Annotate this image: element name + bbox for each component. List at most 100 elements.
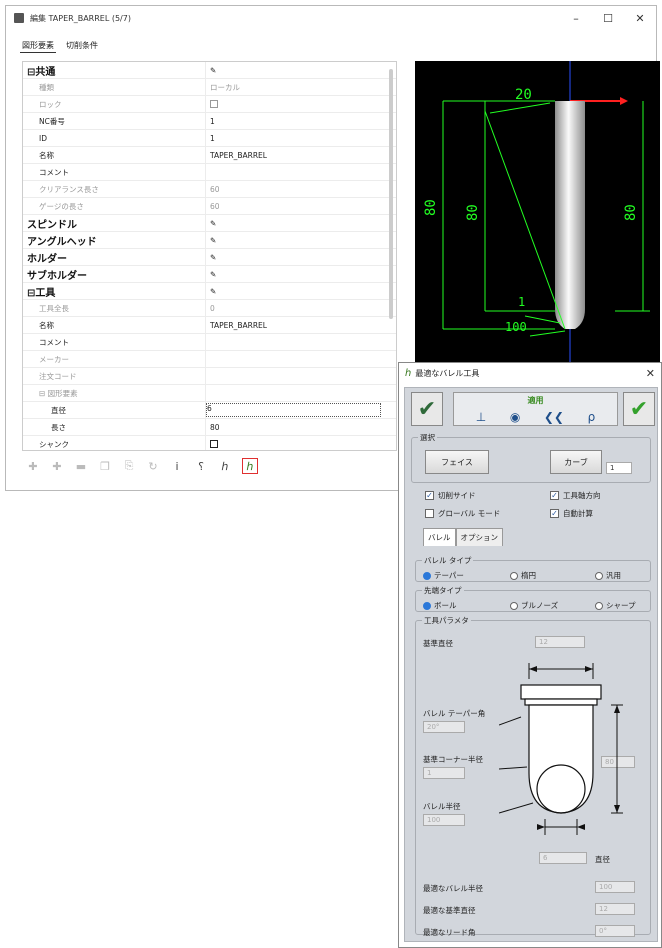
curve-count: 1	[606, 462, 632, 474]
add-icon[interactable]: ✚	[26, 459, 40, 473]
grid-row[interactable]: スピンドル ✎	[23, 215, 396, 232]
grid-value[interactable]: 80	[205, 419, 396, 435]
grid-key: 直径	[23, 402, 206, 418]
grid-row[interactable]: アングルヘッド ✎	[23, 232, 396, 249]
grid-scrollbar[interactable]	[389, 69, 393, 319]
grid-value[interactable]: TAPER_BARREL	[205, 317, 396, 333]
barrel-general-radio[interactable]: 汎用	[595, 570, 621, 581]
dialog-close-button[interactable]: ✕	[646, 367, 655, 380]
tab-cutting-conditions[interactable]: 切削条件	[64, 39, 100, 53]
grid-value[interactable]: ローカル	[205, 79, 396, 95]
grid-row[interactable]: 長さ 80	[23, 419, 396, 436]
grid-row[interactable]: NC番号 1	[23, 113, 396, 130]
maximize-button[interactable]: ☐	[592, 6, 624, 30]
grid-value[interactable]: ✎	[205, 232, 396, 248]
optimal-barrel-dialog: ℎ 最適なバレル工具 ✕ ✔ 適用 ⊥ ◉ ❮❮ ρ ✔ 選択 フェイス カーブ…	[398, 362, 662, 948]
barrel-taper-field[interactable]: 20°	[423, 721, 465, 733]
base-corner-field[interactable]: 1	[423, 767, 465, 779]
grid-value[interactable]: 60	[205, 181, 396, 197]
grid-value[interactable]	[205, 96, 396, 112]
grid-value[interactable]: 1	[205, 113, 396, 129]
grid-value[interactable]	[205, 164, 396, 180]
base-dia-field[interactable]: 12	[535, 636, 585, 648]
tool-icon[interactable]: ⊥	[476, 410, 486, 424]
grid-value[interactable]: ✎	[205, 215, 396, 231]
grid-row[interactable]: コメント	[23, 334, 396, 351]
copy-icon[interactable]: ❐	[98, 459, 112, 473]
grid-row[interactable]: メーカー	[23, 351, 396, 368]
checkbox-icon[interactable]	[210, 100, 218, 108]
barrel-taper-radio[interactable]: テーパー	[423, 570, 464, 581]
help-icon[interactable]: ρ	[588, 410, 596, 424]
curve-button[interactable]: カーブ	[550, 450, 602, 474]
general-label: 汎用	[606, 571, 621, 580]
grid-value[interactable]	[205, 385, 396, 401]
barrel-tool-icon[interactable]: ℎ	[218, 459, 232, 473]
tool-param-label: 工具パラメタ	[422, 615, 471, 626]
tab-option[interactable]: オプション	[455, 528, 503, 546]
grid-row[interactable]: 直径 6	[23, 402, 396, 419]
barrel-radius-field[interactable]: 100	[423, 814, 465, 826]
tool-wizard-icon[interactable]: ⸮	[194, 459, 208, 473]
ok-button[interactable]: ✔	[623, 392, 655, 426]
grid-value[interactable]	[205, 351, 396, 367]
taper-label: テーパー	[434, 571, 464, 580]
selected-value[interactable]: 6	[206, 403, 381, 417]
grid-value[interactable]: TAPER_BARREL	[205, 147, 396, 163]
grid-row[interactable]: ホルダー ✎	[23, 249, 396, 266]
grid-row[interactable]: ⊟工具 ✎	[23, 283, 396, 300]
optimal-barrel-icon[interactable]: ℎ	[242, 458, 258, 474]
grid-row[interactable]: 工具全長 0	[23, 300, 396, 317]
info-icon[interactable]: ⅰ	[170, 459, 184, 473]
tip-sharp-radio[interactable]: シャープ	[595, 600, 636, 611]
face-button[interactable]: フェイス	[425, 450, 489, 474]
grid-value[interactable]: ✎	[205, 62, 396, 78]
tab-geometry[interactable]: 図形要素	[20, 39, 56, 53]
grid-row[interactable]: 名称 TAPER_BARREL	[23, 317, 396, 334]
refresh-icon[interactable]: ↻	[146, 459, 160, 473]
tab-barrel[interactable]: バレル	[423, 528, 456, 546]
grid-row[interactable]: ⊟共通 ✎	[23, 62, 396, 79]
select-group-label: 選択	[418, 432, 437, 443]
apply-wizard-button[interactable]: ✔	[411, 392, 443, 426]
minimize-button[interactable]: –	[560, 6, 592, 30]
grid-row[interactable]: シャンク	[23, 436, 396, 450]
grid-row[interactable]: ID 1	[23, 130, 396, 147]
grid-value[interactable]: 1	[205, 130, 396, 146]
checkbox-icon[interactable]	[210, 440, 218, 448]
grid-value[interactable]: ✎	[205, 249, 396, 265]
grid-value[interactable]: 60	[205, 198, 396, 214]
grid-row[interactable]: クリアランス長さ 60	[23, 181, 396, 198]
grid-row[interactable]: 注文コード	[23, 368, 396, 385]
tip-ball-radio[interactable]: ボール	[423, 600, 457, 611]
add-sub-icon[interactable]: ✚	[50, 459, 64, 473]
cut-side-checkbox[interactable]: ✓ 切削サイド	[425, 490, 476, 501]
grid-value[interactable]	[205, 436, 396, 450]
close-button[interactable]: ✕	[624, 6, 656, 30]
grid-value[interactable]	[205, 368, 396, 384]
grid-row[interactable]: コメント	[23, 164, 396, 181]
tool-dir-checkbox[interactable]: ✓ 工具軸方向	[550, 490, 601, 501]
target-icon[interactable]: ◉	[510, 410, 520, 424]
diameter-field[interactable]: 6	[539, 852, 587, 864]
grid-row[interactable]: 種類 ローカル	[23, 79, 396, 96]
grid-row[interactable]: ゲージの長さ 60	[23, 198, 396, 215]
grid-row[interactable]: ロック	[23, 96, 396, 113]
barrel-ellipse-radio[interactable]: 楕円	[510, 570, 536, 581]
grid-value[interactable]: 0	[205, 300, 396, 316]
grid-row[interactable]: ⊟ 図形要素	[23, 385, 396, 402]
tip-bullnose-radio[interactable]: ブルノーズ	[510, 600, 558, 611]
check-icon: ✓	[550, 508, 559, 518]
global-mode-checkbox[interactable]: グローバル モード	[425, 508, 500, 519]
grid-row[interactable]: 名称 TAPER_BARREL	[23, 147, 396, 164]
grid-value[interactable]: ✎	[205, 266, 396, 282]
grid-value[interactable]: 6	[205, 402, 396, 418]
auto-calc-checkbox[interactable]: ✓ 自動計算	[550, 508, 593, 519]
delete-icon[interactable]: ▬	[74, 459, 88, 473]
dialog-title: 最適なバレル工具	[415, 368, 480, 378]
grid-value[interactable]	[205, 334, 396, 350]
grid-value[interactable]: ✎	[205, 283, 396, 299]
paste-icon[interactable]: ⎘	[122, 459, 136, 473]
grid-row[interactable]: サブホルダー ✎	[23, 266, 396, 283]
back-icon[interactable]: ❮❮	[544, 410, 564, 424]
